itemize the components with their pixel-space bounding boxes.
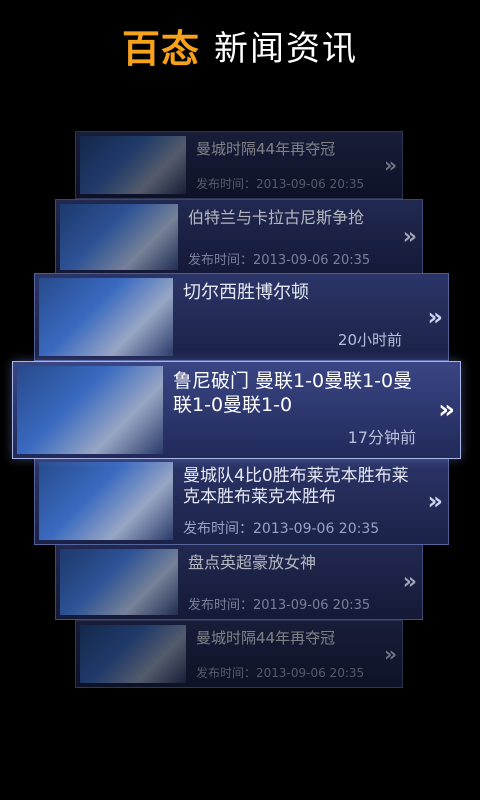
news-headline: 切尔西胜博尔顿 (183, 282, 309, 303)
news-thumbnail (60, 549, 178, 615)
news-headline: 盘点英超豪放女神 (188, 553, 317, 572)
news-headline: 伯特兰与卡拉古尼斯争抢 (188, 208, 365, 227)
news-card[interactable]: 曼城时隔44年再夺冠 发布时间：2013-09-06 20:35 » (75, 620, 403, 688)
news-relative-time: 20小时前 (337, 331, 402, 349)
chevron-right-icon: » (402, 224, 417, 250)
news-thumbnail (17, 366, 163, 454)
news-headline: 曼城时隔44年再夺冠 (196, 140, 336, 158)
news-card[interactable]: 伯特兰与卡拉古尼斯争抢 发布时间：2013-09-06 20:35 » (55, 199, 423, 275)
chevron-right-icon: » (427, 303, 442, 331)
news-stack: 曼城时隔44年再夺冠 发布时间：2013-09-06 20:35 » 曼城时隔4… (0, 0, 480, 800)
news-card[interactable]: 盘点英超豪放女神 发布时间：2013-09-06 20:35 » (55, 544, 423, 620)
news-thumbnail (60, 204, 178, 270)
news-thumbnail (80, 136, 186, 194)
news-publish-time: 发布时间：2013-09-06 20:35 (196, 177, 365, 191)
news-publish-time: 发布时间：2013-09-06 20:35 (188, 598, 371, 613)
news-thumbnail (39, 278, 173, 356)
news-thumbnail (80, 625, 186, 683)
chevron-right-icon: » (427, 487, 442, 515)
news-relative-time: 17分钟前 (347, 428, 416, 447)
news-headline: 曼城队4比0胜布莱克本胜布莱克本胜布莱克本胜布 (183, 466, 409, 508)
chevron-right-icon: » (384, 642, 397, 666)
chevron-right-icon: » (402, 569, 417, 595)
news-card-active[interactable]: 鲁尼破门 曼联1-0曼联1-0曼联1-0曼联1-0 17分钟前 » (12, 361, 461, 459)
chevron-right-icon: » (384, 153, 397, 177)
news-publish-time: 发布时间：2013-09-06 20:35 (183, 521, 380, 537)
news-card[interactable]: 曼城队4比0胜布莱克本胜布莱克本胜布莱克本胜布 发布时间：2013-09-06 … (34, 457, 449, 545)
news-card[interactable]: 曼城时隔44年再夺冠 发布时间：2013-09-06 20:35 » (75, 131, 403, 199)
chevron-right-icon: » (438, 395, 455, 425)
news-publish-time: 发布时间：2013-09-06 20:35 (196, 666, 365, 680)
news-headline: 曼城时隔44年再夺冠 (196, 629, 336, 647)
news-headline: 鲁尼破门 曼联1-0曼联1-0曼联1-0曼联1-0 (173, 370, 413, 416)
news-thumbnail (39, 462, 173, 540)
news-publish-time: 发布时间：2013-09-06 20:35 (188, 253, 371, 268)
news-card[interactable]: 切尔西胜博尔顿 20小时前 » (34, 273, 449, 361)
